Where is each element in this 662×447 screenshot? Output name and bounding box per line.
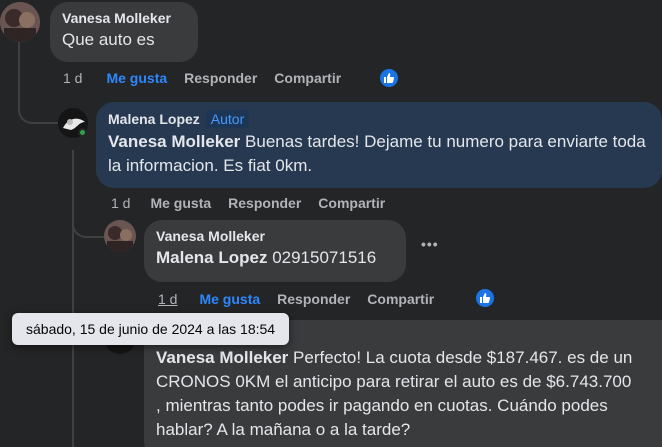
thread-connector: [18, 90, 58, 124]
comment-bubble: Vanesa Molleker Malena Lopez 02915071516: [144, 220, 406, 282]
thread-line-replies: [72, 150, 74, 447]
comment-body: 02915071516: [267, 248, 377, 267]
share-button[interactable]: Compartir: [318, 195, 385, 211]
like-reaction-icon[interactable]: [378, 67, 400, 89]
comment-timestamp[interactable]: 1 d: [63, 70, 82, 86]
reply-button[interactable]: Responder: [228, 195, 301, 211]
share-button[interactable]: Compartir: [274, 70, 341, 86]
comment-author[interactable]: Vanesa Molleker: [156, 228, 394, 244]
comment-timestamp[interactable]: 1 d: [158, 291, 177, 307]
share-button[interactable]: Compartir: [367, 291, 434, 307]
profile-photo-icon: [104, 220, 136, 252]
profile-photo-icon: [0, 2, 40, 42]
more-options-icon[interactable]: •••: [421, 236, 439, 252]
comment-text: Malena Lopez 02915071516: [156, 246, 394, 270]
comment-actions: 1 d Me gusta Responder Compartir: [63, 70, 358, 86]
comment-author[interactable]: Malena Lopez Autor: [108, 110, 650, 128]
comment-text: Vanesa Molleker Perfecto! La cuota desde…: [156, 346, 636, 442]
like-button[interactable]: Me gusta: [150, 195, 211, 211]
online-status-icon: [78, 128, 87, 137]
comment-timestamp[interactable]: 1 d: [111, 195, 130, 211]
comment-actions: 1 d Me gusta Responder Compartir: [111, 195, 402, 211]
comment-author-name[interactable]: Malena Lopez: [108, 111, 200, 127]
mention-link[interactable]: Vanesa Molleker: [108, 132, 240, 151]
comment-author[interactable]: Vanesa Molleker: [62, 10, 186, 26]
thread-connector: [72, 210, 104, 238]
reply-button[interactable]: Responder: [277, 291, 350, 307]
like-reaction-icon[interactable]: [474, 287, 496, 309]
reply-button[interactable]: Responder: [184, 70, 257, 86]
comment-bubble-highlighted: Malena Lopez Autor Vanesa Molleker Buena…: [96, 102, 662, 188]
mention-link[interactable]: Malena Lopez: [156, 248, 267, 267]
like-button[interactable]: Me gusta: [199, 291, 260, 307]
avatar[interactable]: [104, 220, 136, 252]
comment-text: Vanesa Molleker Buenas tardes! Dejame tu…: [108, 130, 650, 178]
like-button[interactable]: Me gusta: [106, 70, 167, 86]
comment-bubble: Vanesa Molleker Que auto es: [50, 2, 198, 62]
author-badge: Autor: [205, 110, 250, 128]
comment-actions: 1 d Me gusta Responder Compartir: [158, 291, 451, 307]
comment-text: Que auto es: [62, 30, 155, 49]
avatar[interactable]: [0, 2, 40, 42]
mention-link[interactable]: Vanesa Molleker: [156, 348, 288, 367]
timestamp-tooltip: sábado, 15 de junio de 2024 a las 18:54: [12, 313, 290, 345]
